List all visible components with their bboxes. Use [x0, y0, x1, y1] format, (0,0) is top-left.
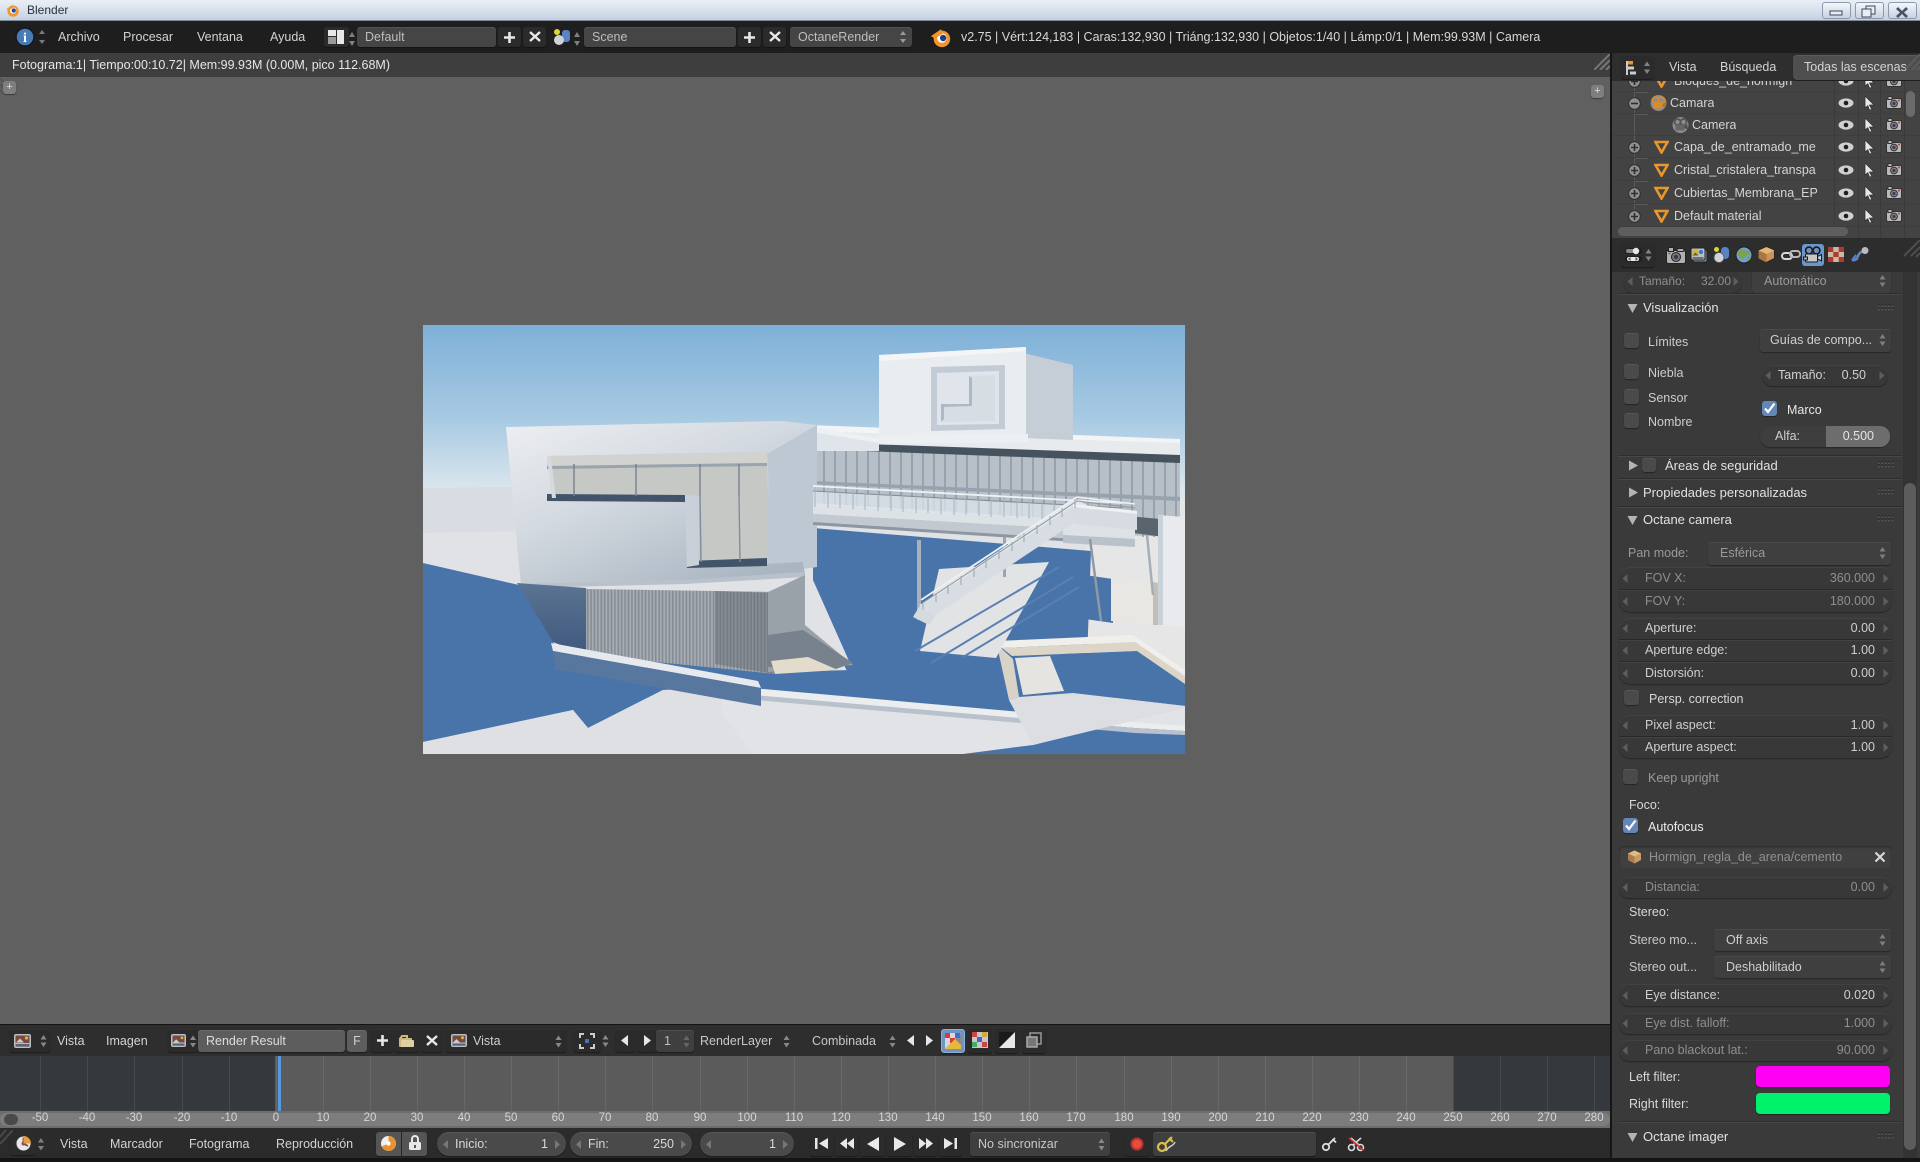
svg-text:i: i — [23, 31, 27, 46]
